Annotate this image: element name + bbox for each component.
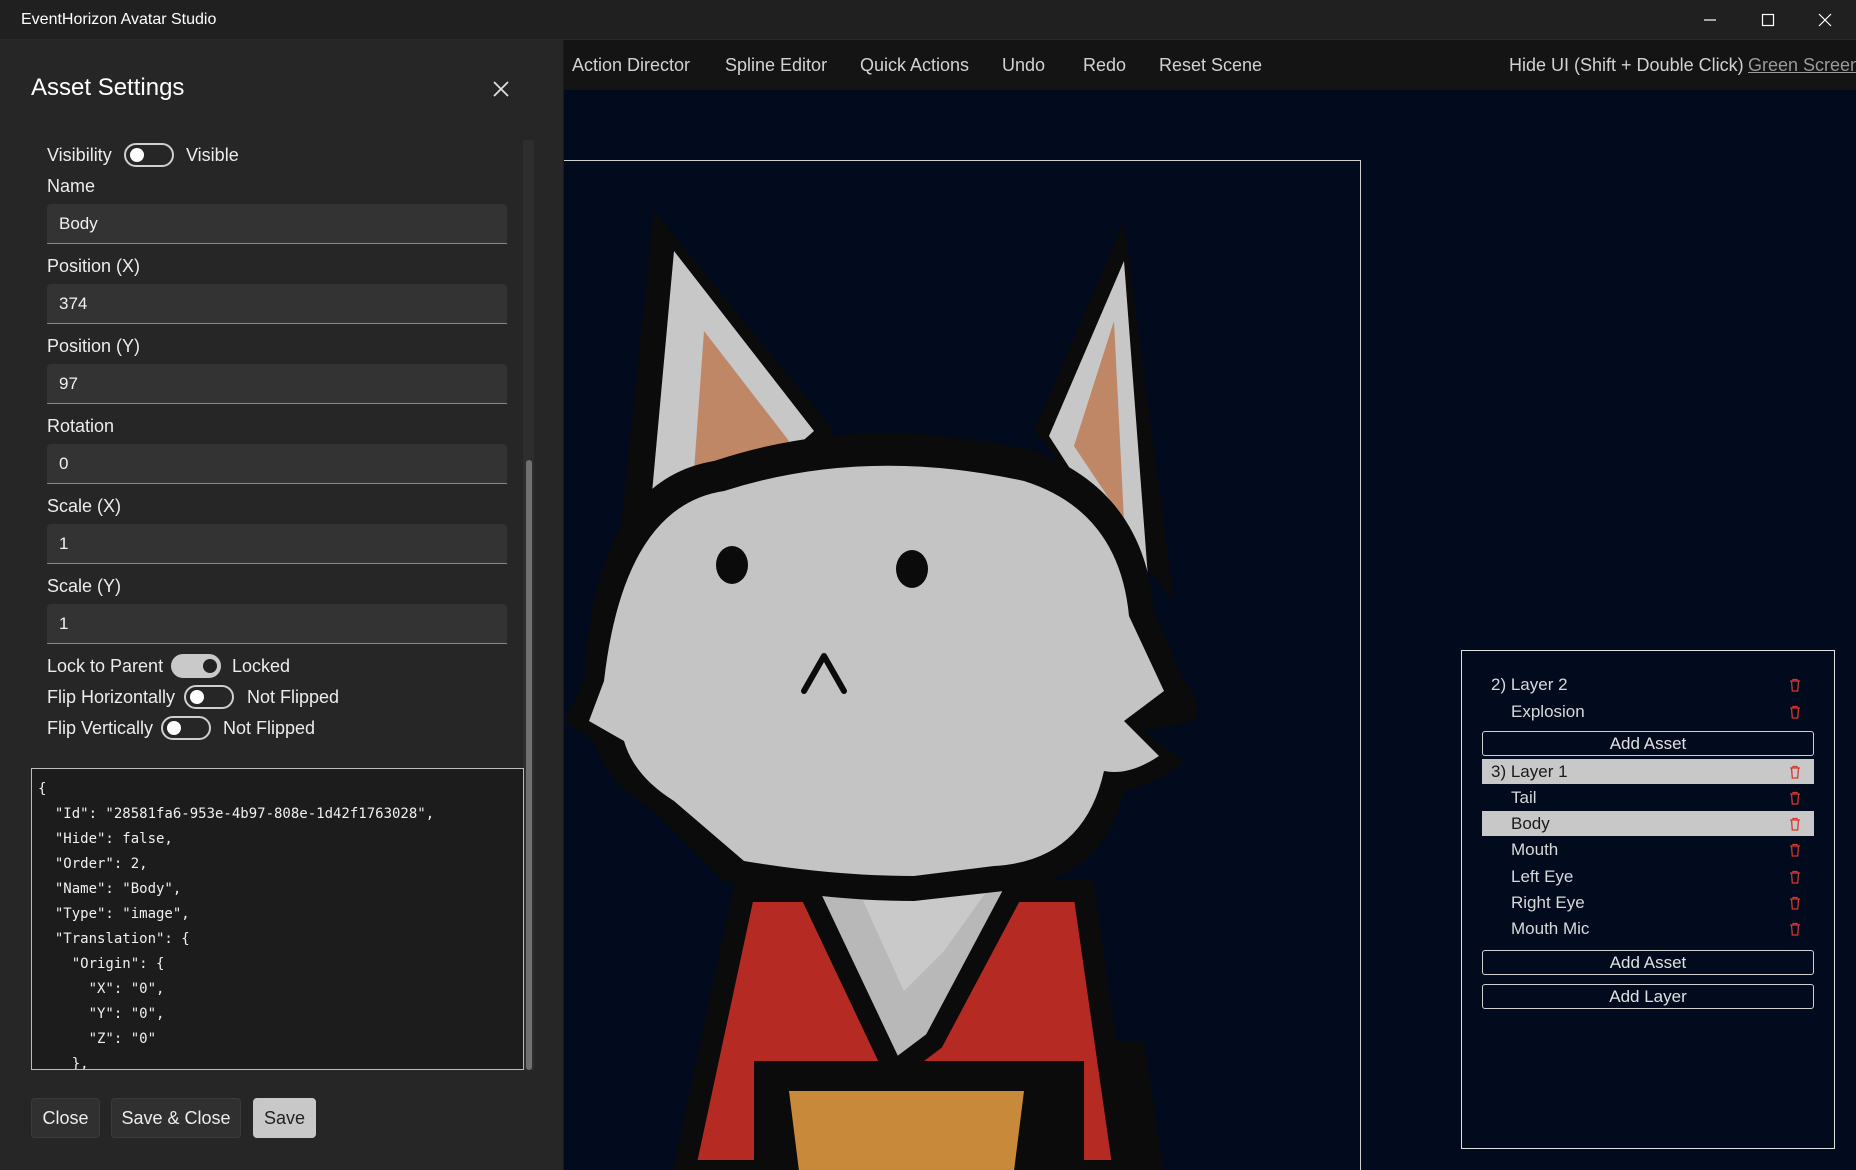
scene-toolbar: Action Director Spline Editor Quick Acti…	[564, 40, 1856, 90]
flip-vertically-label: Flip Vertically	[47, 718, 154, 738]
fox-avatar-image	[564, 211, 1198, 1170]
asset-label: Mouth Mic	[1511, 918, 1590, 938]
window-title: EventHorizon Avatar Studio	[21, 11, 217, 28]
scale-y-label: Scale (Y)	[47, 576, 122, 596]
title-bar: EventHorizon Avatar Studio	[0, 0, 1856, 40]
layer-row-layer-1[interactable]: 3) Layer 1	[1482, 759, 1814, 784]
visibility-label: Visibility	[47, 145, 112, 165]
green-screen-link[interactable]: Green Screen	[1748, 55, 1856, 76]
reset-scene-button[interactable]: Reset Scene	[1159, 55, 1262, 76]
scale-y-input[interactable]	[47, 604, 507, 644]
asset-json-editor[interactable]: { "Id": "28581fa6-953e-4b97-808e-1d42f17…	[31, 768, 524, 1070]
redo-button[interactable]: Redo	[1083, 55, 1126, 76]
add-asset-button[interactable]: Add Asset	[1482, 950, 1814, 975]
trash-icon[interactable]	[1788, 790, 1802, 806]
json-line: "Order": 2,	[38, 856, 148, 872]
trash-icon[interactable]	[1788, 842, 1802, 858]
flip-horizontally-label: Flip Horizontally	[47, 687, 176, 707]
json-line: "Y": "0",	[38, 1006, 165, 1022]
trash-icon[interactable]	[1788, 816, 1802, 832]
add-layer-button[interactable]: Add Layer	[1482, 984, 1814, 1009]
name-input[interactable]	[47, 204, 507, 244]
scale-x-label: Scale (X)	[47, 496, 122, 516]
asset-label: Tail	[1511, 787, 1537, 807]
flip-vertically-state: Not Flipped	[223, 718, 316, 738]
asset-label: Left Eye	[1511, 866, 1574, 886]
settings-scrollbar-thumb[interactable]	[526, 460, 532, 1070]
layer-label: 3) Layer 1	[1491, 761, 1568, 781]
trash-icon[interactable]	[1788, 677, 1802, 693]
layer-row-layer-2[interactable]: 2) Layer 2	[1482, 672, 1814, 697]
save-button[interactable]: Save	[253, 1098, 316, 1138]
asset-settings-panel: Asset Settings Visibility Visible Name P…	[0, 40, 564, 1170]
position-y-label: Position (Y)	[47, 336, 141, 356]
position-y-input[interactable]	[47, 364, 507, 404]
trash-icon[interactable]	[1788, 895, 1802, 911]
undo-button[interactable]: Undo	[1002, 55, 1045, 76]
lock-to-parent-label: Lock to Parent	[47, 656, 164, 676]
json-line: "X": "0",	[38, 981, 165, 997]
asset-row-left-eye[interactable]: Left Eye	[1482, 864, 1814, 889]
close-icon	[1818, 13, 1832, 27]
lock-to-parent-toggle[interactable]	[171, 654, 221, 678]
json-line: "Id": "28581fa6-953e-4b97-808e-1d42f1763…	[38, 806, 435, 822]
maximize-button[interactable]	[1740, 0, 1796, 40]
add-asset-button[interactable]: Add Asset	[1482, 731, 1814, 756]
asset-row-mouth-mic[interactable]: Mouth Mic	[1482, 916, 1814, 941]
save-and-close-button[interactable]: Save & Close	[111, 1098, 241, 1138]
minimize-button[interactable]	[1682, 0, 1738, 40]
name-label: Name	[47, 176, 96, 196]
avatar-preview[interactable]	[564, 160, 1361, 1170]
panel-title: Asset Settings	[31, 74, 185, 101]
spline-editor-button[interactable]: Spline Editor	[725, 55, 827, 76]
close-button[interactable]: Close	[31, 1098, 100, 1138]
minimize-icon	[1704, 19, 1716, 21]
visibility-toggle[interactable]	[124, 143, 174, 167]
flip-vertically-toggle[interactable]	[161, 716, 211, 740]
json-line: "Name": "Body",	[38, 881, 182, 897]
flip-horizontally-state: Not Flipped	[247, 687, 340, 707]
flip-horizontally-toggle[interactable]	[184, 685, 234, 709]
asset-row-mouth[interactable]: Mouth	[1482, 837, 1814, 862]
json-line: {	[38, 781, 47, 797]
json-line: "Hide": false,	[38, 831, 173, 847]
json-line: "Origin": {	[38, 956, 165, 972]
close-icon[interactable]	[490, 78, 512, 100]
asset-row-right-eye[interactable]: Right Eye	[1482, 890, 1814, 915]
lock-to-parent-state: Locked	[232, 656, 291, 676]
json-line: "Z": "0"	[38, 1031, 157, 1047]
asset-row-explosion[interactable]: Explosion	[1482, 699, 1814, 724]
layers-panel: 2) Layer 2 Explosion Add Asset 3) Layer …	[1461, 650, 1835, 1149]
hide-ui-button[interactable]: Hide UI (Shift + Double Click)	[1509, 55, 1744, 76]
trash-icon[interactable]	[1788, 921, 1802, 937]
asset-label: Body	[1511, 813, 1550, 833]
asset-row-tail[interactable]: Tail	[1482, 785, 1814, 810]
maximize-icon	[1761, 13, 1775, 27]
action-director-button[interactable]: Action Director	[572, 55, 690, 76]
json-line: },	[38, 1056, 89, 1070]
close-window-button[interactable]	[1797, 0, 1853, 40]
layer-label: 2) Layer 2	[1491, 674, 1568, 694]
position-x-input[interactable]	[47, 284, 507, 324]
visibility-state: Visible	[186, 145, 239, 165]
asset-row-body[interactable]: Body	[1482, 811, 1814, 836]
position-x-label: Position (X)	[47, 256, 141, 276]
rotation-input[interactable]	[47, 444, 507, 484]
trash-icon[interactable]	[1788, 869, 1802, 885]
quick-actions-button[interactable]: Quick Actions	[860, 55, 969, 76]
asset-label: Explosion	[1511, 701, 1585, 721]
trash-icon[interactable]	[1788, 704, 1802, 720]
asset-label: Right Eye	[1511, 892, 1585, 912]
json-line: "Translation": {	[38, 931, 190, 947]
asset-label: Mouth	[1511, 839, 1559, 859]
json-line: "Type": "image",	[38, 906, 190, 922]
scale-x-input[interactable]	[47, 524, 507, 564]
rotation-label: Rotation	[47, 416, 115, 436]
trash-icon[interactable]	[1788, 764, 1802, 780]
